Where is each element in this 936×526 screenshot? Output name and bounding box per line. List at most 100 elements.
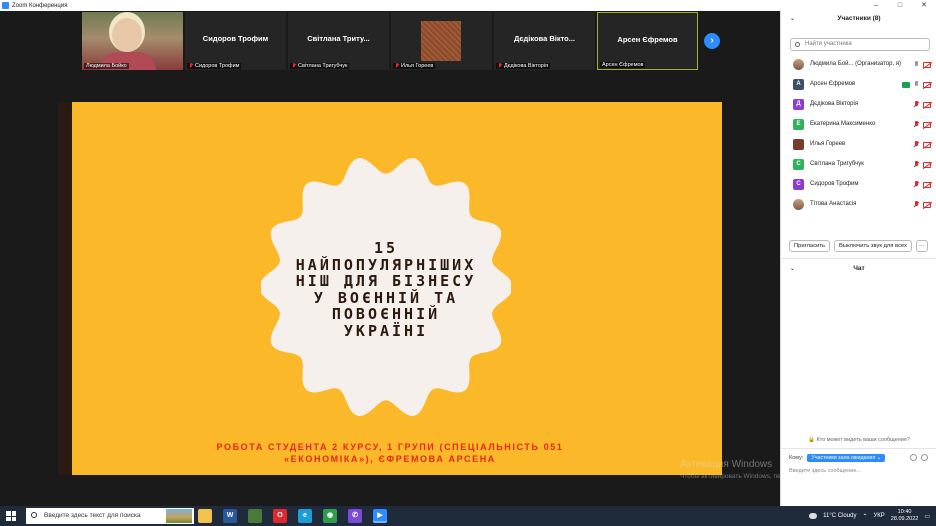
opera-icon[interactable]: O bbox=[273, 509, 287, 523]
chat-more-icon[interactable] bbox=[921, 454, 928, 461]
mic-muted-icon[interactable] bbox=[914, 101, 919, 108]
avatar bbox=[793, 59, 804, 70]
mic-muted-icon[interactable] bbox=[914, 161, 919, 168]
zoom-icon[interactable]: ▶ bbox=[373, 509, 387, 523]
chat-recipient-select[interactable]: Участники зала ожидания ⌄ bbox=[807, 454, 886, 462]
taskbar-search-input[interactable]: Введите здесь текст для поиска bbox=[26, 508, 194, 524]
clock-time: 10:40 bbox=[897, 509, 912, 515]
collapse-chevron-icon[interactable]: ⌄ bbox=[790, 265, 795, 272]
thumbnail-center-name: Сидоров Трофим bbox=[202, 34, 269, 43]
maximize-button[interactable]: □ bbox=[888, 0, 912, 11]
zoom-window: Zoom Конференция – □ ✕ Людмила Бойко Сид… bbox=[0, 0, 936, 506]
participant-name: Сидоров Трофим bbox=[810, 181, 859, 187]
panel-divider bbox=[781, 258, 936, 259]
clock[interactable]: 10:40 28.09.2022 bbox=[891, 509, 919, 523]
participant-video-photo bbox=[82, 12, 183, 70]
camera-off-icon[interactable] bbox=[923, 181, 931, 188]
participant-row[interactable]: С Світлана Тригубчук bbox=[781, 155, 936, 175]
participant-name: Дєдікова Вікторія bbox=[810, 101, 859, 107]
participant-row[interactable]: Людмила Бой... (Организатор, я) bbox=[781, 55, 936, 75]
slide-left-edge bbox=[58, 102, 72, 475]
chat-visibility-text: Кто может видеть ваши сообщения? bbox=[816, 437, 910, 443]
video-thumbnail-active-speaker[interactable]: Арсен Єфремов Арсен Єфремов bbox=[597, 12, 698, 70]
participants-header: Участники (8) bbox=[837, 15, 881, 22]
close-button[interactable]: ✕ bbox=[912, 0, 936, 11]
viber-icon[interactable]: ✆ bbox=[348, 509, 362, 523]
slide-title-line: 15 bbox=[373, 239, 399, 257]
notifications-icon[interactable]: ▭ bbox=[924, 513, 930, 520]
mic-muted-icon[interactable] bbox=[914, 181, 919, 188]
system-tray: 11°C Cloudy ⌃ УКР 10:40 28.09.2022 ▭ bbox=[809, 506, 930, 526]
clock-date: 28.09.2022 bbox=[890, 516, 919, 522]
window-title: Zoom Конференция bbox=[12, 2, 68, 9]
mic-muted-icon bbox=[292, 63, 296, 69]
participant-row[interactable]: Д Дєдікова Вікторія bbox=[781, 95, 936, 115]
camera-off-icon[interactable] bbox=[923, 201, 931, 208]
slide-title-line: УКРАЇНІ bbox=[343, 321, 429, 340]
tray-chevron-icon[interactable]: ⌃ bbox=[862, 513, 867, 520]
collapse-chevron-icon[interactable]: ⌄ bbox=[790, 15, 795, 22]
chevron-right-icon[interactable]: › bbox=[704, 33, 720, 49]
screen-share-icon bbox=[902, 81, 910, 88]
camera-off-icon[interactable] bbox=[923, 161, 931, 168]
slide-title: 15 НАЙПОПУЛЯРНІШИХ НІШ ДЛЯ БІЗНЕСУ У ВОЄ… bbox=[268, 240, 504, 339]
video-thumbnail-strip: Людмила Бойко Сидоров Трофим Сидоров Тро… bbox=[82, 12, 698, 70]
thumbnail-name: Людмила Бойко bbox=[86, 63, 127, 69]
participant-row[interactable]: А Арсен Єфремов bbox=[781, 75, 936, 95]
avatar: Е bbox=[793, 119, 804, 130]
mute-all-button[interactable]: Выключить звук для всех bbox=[834, 240, 912, 252]
mic-muted-icon[interactable] bbox=[914, 201, 919, 208]
mic-muted-icon[interactable] bbox=[914, 141, 919, 148]
camera-off-icon[interactable] bbox=[923, 101, 931, 108]
camera-off-icon[interactable] bbox=[923, 61, 931, 68]
thumbnail-name: Дєдікова Вікторія bbox=[504, 63, 549, 69]
chat-file-icon[interactable] bbox=[910, 454, 917, 461]
store-icon[interactable] bbox=[248, 509, 262, 523]
participant-row[interactable]: С Сидоров Трофим bbox=[781, 175, 936, 195]
video-thumbnail[interactable]: Дєдікова Вікто... Дєдікова Вікторія bbox=[494, 12, 595, 70]
slide-subtitle: РОБОТА СТУДЕНТА 2 КУРСУ, 1 ГРУПИ (СПЕЦІА… bbox=[188, 441, 592, 465]
weather-text: 11°C Cloudy bbox=[823, 513, 857, 519]
windows-start-icon[interactable] bbox=[6, 511, 16, 521]
mic-icon[interactable] bbox=[914, 81, 919, 88]
video-thumbnail[interactable]: Світлана Триту... Світлана Тригубчук bbox=[288, 12, 389, 70]
minimize-button[interactable]: – bbox=[864, 0, 888, 11]
file-explorer-icon[interactable] bbox=[198, 509, 212, 523]
chat-message-input[interactable]: Введите здесь сообщение... bbox=[789, 468, 861, 474]
participant-search-input[interactable]: Найти участника bbox=[790, 38, 930, 51]
chat-to-label: Кому: bbox=[789, 455, 804, 461]
search-icon bbox=[795, 42, 800, 47]
avatar: Д bbox=[793, 99, 804, 110]
video-thumbnail[interactable]: Илья Гореев bbox=[391, 12, 492, 70]
avatar: С bbox=[793, 179, 804, 190]
thumbnail-name: Арсен Єфремов bbox=[602, 62, 644, 68]
camera-off-icon[interactable] bbox=[923, 81, 931, 88]
participant-row[interactable]: Илья Гореев bbox=[781, 135, 936, 155]
video-thumbnail[interactable]: Людмила Бойко bbox=[82, 12, 183, 70]
language-indicator[interactable]: УКР bbox=[873, 513, 884, 519]
invite-button[interactable]: Пригласить bbox=[789, 240, 831, 252]
shared-screen-slide: 15 НАЙПОПУЛЯРНІШИХ НІШ ДЛЯ БІЗНЕСУ У ВОЄ… bbox=[58, 102, 722, 475]
participant-name: Тітова Анастасія bbox=[810, 201, 857, 207]
mic-muted-icon bbox=[189, 63, 193, 69]
video-thumbnail[interactable]: Сидоров Трофим Сидоров Трофим bbox=[185, 12, 286, 70]
thumbnail-name: Світлана Тригубчук bbox=[298, 63, 348, 69]
camera-off-icon[interactable] bbox=[923, 121, 931, 128]
more-options-button[interactable]: ··· bbox=[915, 240, 928, 252]
mic-icon[interactable] bbox=[914, 61, 919, 68]
chat-visibility-link[interactable]: 🔒 Кто может видеть ваши сообщения? bbox=[781, 437, 936, 443]
thumbnail-name: Сидоров Трофим bbox=[195, 63, 240, 69]
edge-icon[interactable]: e bbox=[298, 509, 312, 523]
participant-name: Світлана Тригубчук bbox=[810, 161, 864, 167]
chrome-icon[interactable]: ◉ bbox=[323, 509, 337, 523]
thumbnail-center-name: Арсен Єфремов bbox=[617, 35, 678, 44]
participant-row[interactable]: Тітова Анастасія bbox=[781, 195, 936, 215]
participant-row[interactable]: Е Екатерина Максименко bbox=[781, 115, 936, 135]
mic-muted-icon[interactable] bbox=[914, 121, 919, 128]
profile-image bbox=[421, 21, 461, 61]
camera-off-icon[interactable] bbox=[923, 141, 931, 148]
participant-name: Илья Гореев bbox=[810, 141, 846, 147]
search-icon bbox=[31, 512, 37, 518]
word-icon[interactable]: W bbox=[223, 509, 237, 523]
thumbnail-name: Илья Гореев bbox=[401, 63, 434, 69]
